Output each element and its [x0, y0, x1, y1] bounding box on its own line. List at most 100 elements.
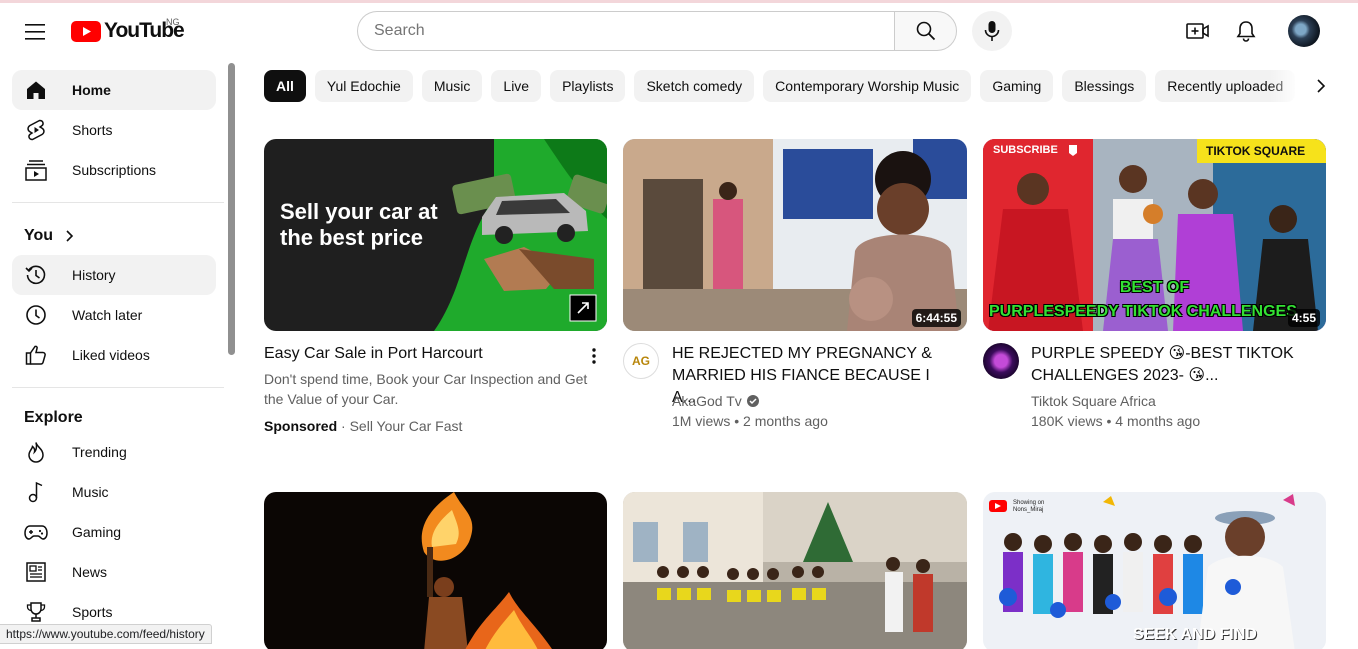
- shorts-icon: [24, 118, 48, 142]
- search-button[interactable]: [894, 11, 957, 51]
- separator-dot: •: [1106, 413, 1116, 429]
- sidebar-item-label: Liked videos: [72, 347, 150, 363]
- channel-name[interactable]: AkaGod Tv: [672, 391, 742, 411]
- upload-age: 4 months ago: [1115, 413, 1201, 429]
- watch-later-icon: [24, 303, 48, 327]
- thumb-caption: SEEK AND FIND: [1133, 626, 1257, 643]
- notifications-button[interactable]: [1226, 15, 1266, 47]
- ad-thumbnail[interactable]: Sell your car at the best price: [264, 139, 607, 331]
- video-thumbnail-art: [421, 492, 552, 649]
- subscriptions-icon: [24, 158, 48, 182]
- thumb-subscribe-text: SUBSCRIBE: [993, 144, 1058, 156]
- sidebar-item-liked-videos[interactable]: Liked videos: [12, 335, 216, 375]
- view-count: 180K views: [1031, 413, 1103, 429]
- sidebar-item-news[interactable]: News: [12, 552, 216, 592]
- guide-sidebar: Home Shorts Subscriptions You History Wa…: [0, 59, 236, 649]
- chips-next-button[interactable]: [1305, 70, 1337, 102]
- separator-dot: ·: [341, 418, 350, 434]
- home-icon: [24, 78, 48, 102]
- video-duration: 6:44:55: [911, 309, 961, 327]
- thumb-caption-line-1: BEST OF: [1119, 279, 1190, 296]
- chip-sketch-comedy[interactable]: Sketch comedy: [634, 70, 755, 102]
- create-button[interactable]: [1178, 15, 1218, 47]
- chip-playlists[interactable]: Playlists: [550, 70, 626, 102]
- explore-section-heading: Explore: [24, 407, 83, 429]
- gamepad-icon: [24, 520, 48, 544]
- trending-icon: [24, 440, 48, 464]
- search-box: [357, 11, 957, 51]
- sidebar-item-label: Shorts: [72, 122, 113, 138]
- channel-avatar[interactable]: [983, 343, 1019, 379]
- video-title[interactable]: PURPLE SPEEDY 😘-BEST TIKTOK CHALLENGES 2…: [1031, 343, 1311, 387]
- account-avatar[interactable]: [1288, 15, 1320, 47]
- chip-live[interactable]: Live: [491, 70, 542, 102]
- video-thumbnail[interactable]: 6:44:55: [623, 139, 967, 331]
- sidebar-divider: [12, 387, 224, 388]
- chip-music[interactable]: Music: [421, 70, 483, 102]
- video-thumbnail-art: [623, 139, 967, 331]
- channel-name[interactable]: Tiktok Square Africa: [1031, 391, 1156, 411]
- menu-button[interactable]: [20, 16, 52, 48]
- ad-more-button[interactable]: [584, 345, 604, 367]
- microphone-icon: [984, 21, 1000, 41]
- trophy-icon: [24, 600, 48, 624]
- ad-thumbnail-text: Sell your car at the best price: [280, 199, 438, 250]
- you-heading-label: You: [24, 227, 54, 244]
- chip-all[interactable]: All: [264, 70, 306, 102]
- more-vert-icon: [592, 348, 596, 364]
- hamburger-icon: [25, 24, 45, 40]
- chip-contemporary-worship-music[interactable]: Contemporary Worship Music: [763, 70, 972, 102]
- sidebar-item-label: Home: [72, 82, 111, 98]
- separator-dot: •: [734, 413, 744, 429]
- sidebar-item-gaming[interactable]: Gaming: [12, 512, 216, 552]
- ad-title[interactable]: Easy Car Sale in Port Harcourt: [264, 343, 574, 365]
- voice-search-button[interactable]: [972, 11, 1012, 51]
- sidebar-item-watch-later[interactable]: Watch later: [12, 295, 216, 335]
- channel-avatar[interactable]: AG: [623, 343, 659, 379]
- chip-bar-fade: [1270, 70, 1300, 102]
- sidebar-item-music[interactable]: Music: [12, 472, 216, 512]
- sidebar-item-label: Music: [72, 484, 109, 500]
- video-thumbnail[interactable]: SUBSCRIBE TIKTOK SQUARE BEST OF PURPLESP…: [983, 139, 1326, 331]
- sidebar-item-label: Subscriptions: [72, 162, 157, 178]
- video-thumbnail[interactable]: [264, 492, 607, 649]
- video-stats: 1M views • 2 months ago: [672, 411, 828, 431]
- sidebar-item-trending[interactable]: Trending: [12, 432, 216, 472]
- video-duration: 4:55: [1287, 309, 1320, 327]
- ad-description: Don't spend time, Book your Car Inspecti…: [264, 371, 588, 407]
- sidebar-item-home[interactable]: Home: [12, 70, 216, 110]
- chevron-right-icon: [66, 230, 74, 242]
- sidebar-item-label: Watch later: [72, 307, 143, 323]
- video-thumbnail[interactable]: Showing on Nons_Miraj SEEK AND FIND: [983, 492, 1326, 649]
- video-thumbnail-art: [623, 492, 967, 649]
- sidebar-item-label: Sports: [72, 604, 113, 620]
- video-stats: 180K views • 4 months ago: [1031, 411, 1200, 431]
- video-thumbnail[interactable]: [623, 492, 967, 649]
- country-code: NG: [166, 17, 180, 27]
- search-input[interactable]: [357, 11, 894, 51]
- advertiser-name[interactable]: Sell Your Car Fast: [350, 418, 463, 434]
- explore-heading-label: Explore: [24, 409, 83, 426]
- masthead: YouTube NG: [0, 3, 1358, 59]
- sponsored-label: Sponsored: [264, 418, 338, 434]
- sidebar-item-history[interactable]: History: [12, 255, 216, 295]
- chip-yul-edochie[interactable]: Yul Edochie: [314, 70, 413, 102]
- sidebar-item-shorts[interactable]: Shorts: [12, 110, 216, 150]
- chip-gaming[interactable]: Gaming: [980, 70, 1054, 102]
- sidebar-scrollbar[interactable]: [228, 63, 235, 355]
- sidebar-item-label: Gaming: [72, 524, 122, 540]
- thumb-channel-caption: Showing on Nons_Miraj: [1013, 500, 1045, 513]
- channel-avatar-text: AG: [632, 354, 650, 368]
- view-count: 1M views: [672, 413, 731, 429]
- you-section-heading[interactable]: You: [24, 225, 77, 247]
- ad-sponsor-line: Sponsored · Sell Your Car Fast: [264, 416, 462, 436]
- history-icon: [24, 263, 48, 287]
- search-icon: [916, 21, 935, 41]
- youtube-play-icon: [71, 20, 101, 42]
- sidebar-item-subscriptions[interactable]: Subscriptions: [12, 150, 216, 190]
- chip-blessings[interactable]: Blessings: [1062, 70, 1147, 102]
- music-note-icon: [24, 480, 48, 504]
- thumbs-up-icon: [24, 343, 48, 367]
- thumb-caption-line-2: PURPLESPEEDY TIKTOK CHALLENGES: [989, 303, 1297, 320]
- chevron-right-icon: [1317, 79, 1326, 93]
